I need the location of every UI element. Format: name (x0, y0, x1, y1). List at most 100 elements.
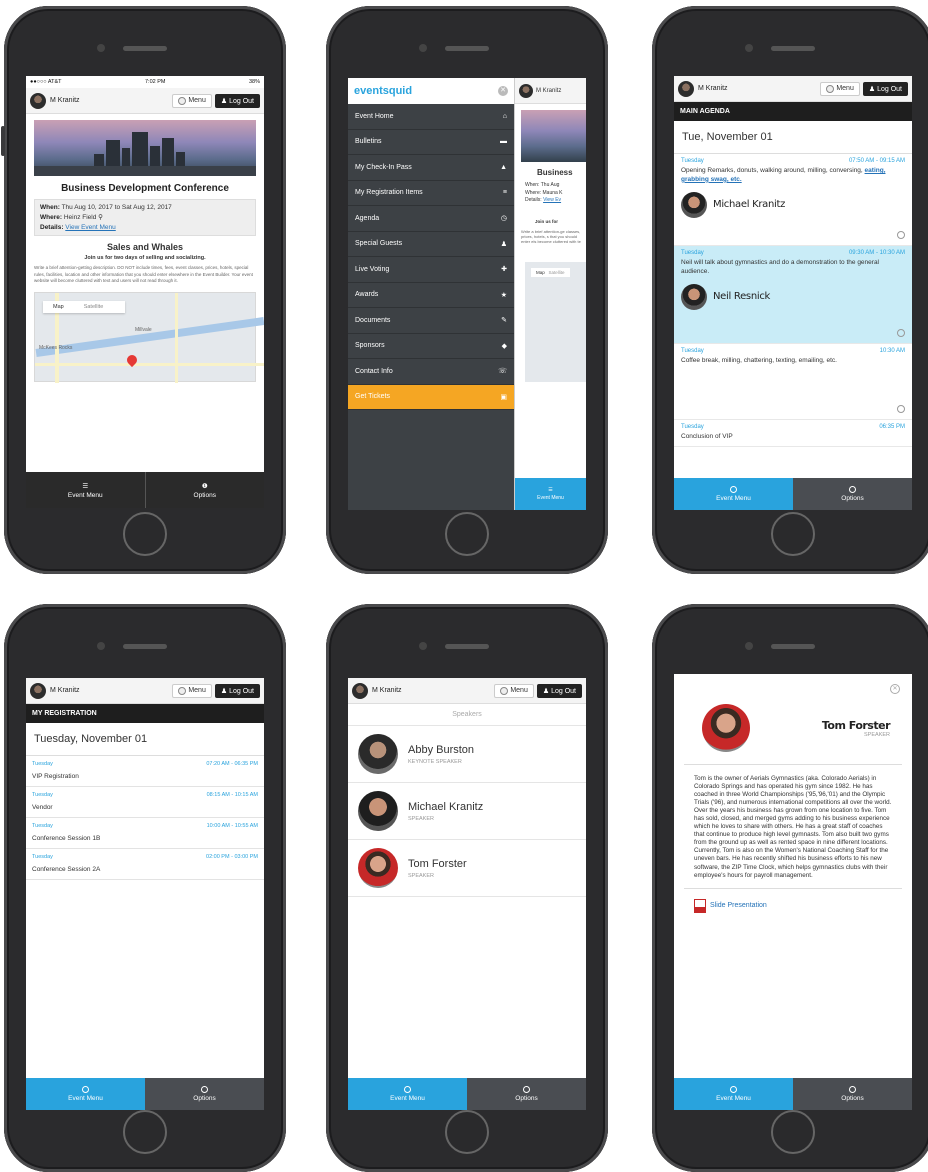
agenda-item[interactable]: Tuesday 09:30 AM - 10:30 AM Neil will tal… (674, 246, 912, 344)
view-event-menu-link[interactable]: View Event Menu (65, 224, 115, 231)
registration-name: Conference Session 1B (32, 835, 101, 842)
bottom-tab-bar: ☰ Event Menu ❶ Options (26, 472, 264, 508)
event-dates: Thu Aug 10, 2017 to Sat Aug 12, 2017 (61, 204, 172, 211)
speaker-list-item[interactable]: Michael Kranitz SPEAKER (348, 783, 586, 840)
registration-item[interactable]: Tuesday 10:00 AM - 10:55 AM Conference Ses… (26, 818, 264, 849)
speaker-avatar (358, 848, 398, 888)
speaker-name[interactable]: Michael Kranitz (713, 199, 785, 210)
menu-label: Menu (188, 687, 206, 694)
slide-presentation-link[interactable]: Slide Presentation (674, 889, 912, 923)
map-tab[interactable]: Map Satellite (531, 268, 570, 278)
event-menu-tab[interactable]: ☰ Event Menu (515, 478, 586, 510)
speaker-name: Tom Forster (821, 718, 891, 732)
event-menu-tab[interactable]: Event Menu (26, 1078, 145, 1110)
eventsquid-logo: eventsquid (354, 85, 413, 97)
home-button[interactable] (445, 512, 489, 556)
speaker-role: SPEAKER (408, 872, 434, 879)
home-button[interactable] (771, 512, 815, 556)
drawer-item-sponsors[interactable]: Sponsors ◆ (348, 334, 514, 359)
menu-button[interactable]: Menu (494, 683, 534, 698)
event-menu-tab[interactable]: ☰ Event Menu (26, 472, 146, 508)
drawer-item-live-voting[interactable]: Live Voting ✚ (348, 257, 514, 283)
home-button[interactable] (123, 512, 167, 556)
event-menu-label: Event Menu (537, 495, 564, 501)
logout-button[interactable]: ♟ Log Out (214, 683, 260, 698)
event-title: Business (537, 168, 573, 177)
map-tab[interactable]: Map (43, 301, 74, 313)
avatar[interactable] (678, 80, 694, 97)
options-tab[interactable]: Options (793, 1078, 912, 1110)
registration-item[interactable]: Tuesday 07:20 AM - 06:35 PM VIP Registrati… (26, 756, 264, 787)
registration-item[interactable]: Tuesday 08:15 AM - 10:15 AM Vendor (26, 787, 264, 818)
menu-button[interactable]: Menu (820, 81, 860, 96)
satellite-tab[interactable]: Satellite (74, 301, 126, 313)
map-pin-icon[interactable]: ⚲ (98, 214, 103, 221)
favorite-toggle-icon[interactable] (897, 329, 905, 337)
home-button[interactable] (771, 1110, 815, 1154)
menu-button[interactable]: Menu (172, 683, 212, 698)
drawer-item-my-check-in-pass[interactable]: My Check-In Pass ▲ (348, 155, 514, 181)
favorite-toggle-icon[interactable] (897, 405, 905, 413)
speaker-list-item[interactable]: Abby Burston KEYNOTE SPEAKER (348, 726, 586, 783)
speaker-list-item[interactable]: Tom Forster SPEAKER (348, 840, 586, 897)
options-tab[interactable]: Options (793, 478, 912, 510)
bottom-tab-bar: Event Menu Options (348, 1078, 586, 1110)
screen: M Kranitz Menu ♟ Log Out Speakers Abby B… (348, 678, 586, 1110)
menu-label: Menu (510, 687, 528, 694)
options-tab[interactable]: ❶ Options (145, 472, 264, 508)
event-menu-tab[interactable]: Event Menu (674, 478, 793, 510)
menu-icon (500, 686, 509, 695)
menu-icon (826, 84, 835, 93)
drawer-item-icon: ◆ (501, 342, 507, 350)
top-header: M Kranitz Menu ♟ Log Out (674, 76, 912, 102)
logout-button[interactable]: ♟ Log Out (862, 81, 908, 96)
close-icon[interactable]: ✕ (498, 86, 508, 96)
agenda-day-label: Tuesday (681, 424, 704, 430)
home-button[interactable] (123, 1110, 167, 1154)
avatar[interactable] (352, 682, 368, 699)
registration-name: VIP Registration (32, 773, 79, 780)
menu-button[interactable]: Menu (172, 93, 212, 108)
drawer-item-my-registration-items[interactable]: My Registration Items ≡ (348, 181, 514, 206)
details-label: Details: (40, 223, 64, 231)
event-menu-tab[interactable]: Event Menu (674, 1078, 793, 1110)
close-icon[interactable]: ✕ (890, 684, 900, 694)
event-menu-tab[interactable]: Event Menu (348, 1078, 467, 1110)
view-event-menu-link[interactable]: View Ev (543, 197, 561, 203)
avatar[interactable] (30, 92, 46, 109)
favorite-toggle-icon[interactable] (897, 231, 905, 239)
agenda-desc: Opening Remarks, donuts, walking around,… (681, 167, 863, 174)
drawer-item-documents[interactable]: Documents ✎ (348, 308, 514, 334)
agenda-item[interactable]: Tuesday 06:35 PM Conclusion of VIP (674, 420, 912, 447)
event-banner-image (34, 120, 256, 176)
agenda-time: 07:50 AM - 09:15 AM (848, 158, 905, 164)
event-map[interactable]: Map Satellite (525, 262, 586, 383)
section-title: MY REGISTRATION (26, 704, 264, 723)
logout-button[interactable]: ♟ Log Out (214, 93, 260, 108)
drawer-item-awards[interactable]: Awards ★ (348, 283, 514, 308)
event-map[interactable]: Map Satellite Millvale McKees Rocks (34, 292, 264, 384)
drawer-item-get-tickets[interactable]: Get Tickets ▣ (348, 384, 514, 410)
options-tab[interactable]: Options (145, 1078, 264, 1110)
registration-day-label: Tuesday (32, 792, 53, 798)
drawer-item-icon: ▬ (500, 138, 507, 146)
clock: 7:02 PM (144, 79, 166, 85)
agenda-item[interactable]: Tuesday 10:30 AM Coffee break, milling, c… (674, 344, 912, 420)
drawer-item-icon: ▲ (500, 163, 507, 171)
speaker-name[interactable]: Neil Resnick (713, 291, 770, 302)
home-button[interactable] (445, 1110, 489, 1154)
speaker-bio: Tom is the owner of Aerials Gymnastics (… (684, 765, 902, 889)
avatar[interactable] (30, 682, 46, 699)
drawer-item-special-guests[interactable]: Special Guests ♟ (348, 232, 514, 257)
drawer-item-bulletins[interactable]: Bulletins ▬ (348, 130, 514, 155)
options-tab[interactable]: Options (467, 1078, 586, 1110)
agenda-item[interactable]: Tuesday 07:50 AM - 09:15 AM Opening Remar… (674, 154, 912, 246)
drawer-item-agenda[interactable]: Agenda ◷ (348, 206, 514, 232)
speaker-header: Tom Forster SPEAKER (684, 674, 902, 765)
drawer-item-event-home[interactable]: Event Home ⌂ (348, 104, 514, 130)
registration-item[interactable]: Tuesday 02:00 PM - 03:00 PM Conference Ses… (26, 849, 264, 880)
logout-button[interactable]: ♟ Log Out (536, 683, 582, 698)
speaker-role: SPEAKER (408, 815, 434, 822)
camera (419, 44, 427, 52)
drawer-item-contact-info[interactable]: Contact Info ☏ (348, 359, 514, 385)
